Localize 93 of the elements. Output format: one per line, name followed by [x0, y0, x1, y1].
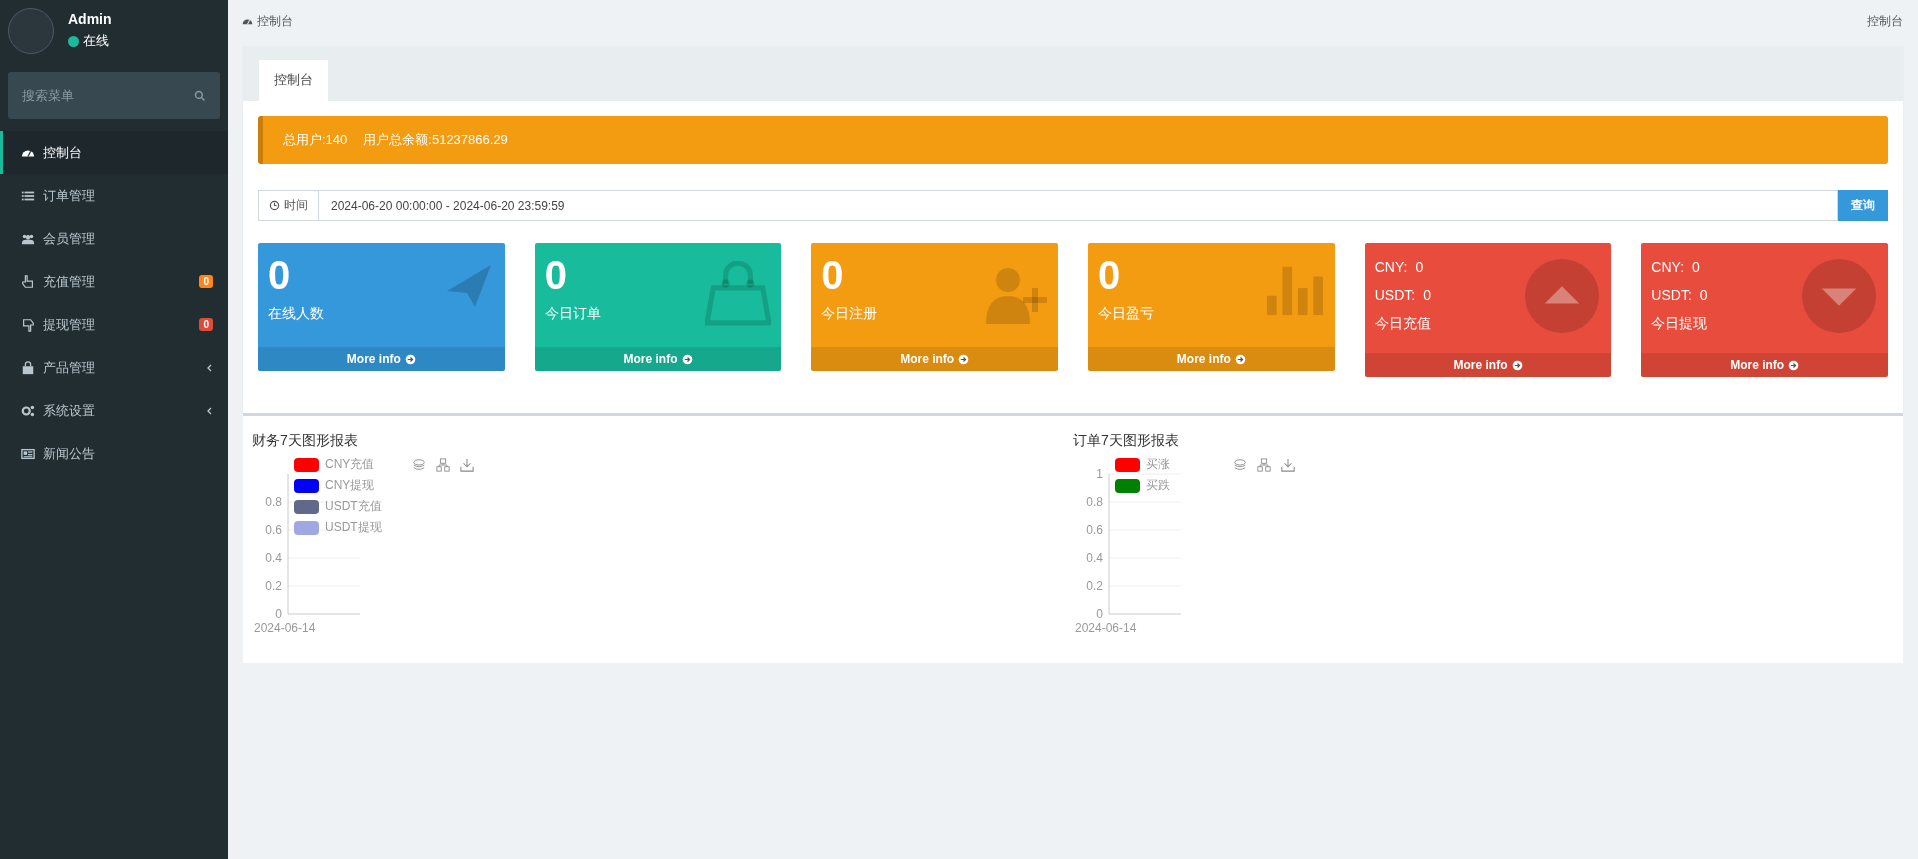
- y-tick-label: 0.4: [1086, 551, 1103, 565]
- currency-label: CNY:: [1374, 259, 1408, 275]
- search-field[interactable]: 搜索菜单: [8, 72, 220, 119]
- stat-value: 0: [268, 253, 291, 297]
- legend-swatch[interactable]: [294, 520, 319, 535]
- stat-value: 0: [1098, 253, 1121, 297]
- y-tick-label: 0.6: [265, 523, 282, 537]
- legend-label[interactable]: USDT充值: [325, 498, 382, 515]
- x-tick-label: 2024-06-14: [254, 621, 316, 635]
- legend-label[interactable]: CNY充值: [325, 456, 375, 473]
- tab[interactable]: 控制台: [259, 60, 328, 101]
- download-icon: [460, 458, 474, 472]
- currency-label: USDT:: [1374, 287, 1416, 303]
- more-info-link[interactable]: More info: [1641, 353, 1889, 377]
- currency-label: CNY:: [1651, 259, 1685, 275]
- sidebar-item[interactable]: 新闻公告: [0, 432, 228, 475]
- data-view-icon: [1257, 458, 1271, 472]
- arrow-circle-icon: [404, 353, 416, 365]
- currency-value: 0: [1423, 287, 1431, 303]
- y-tick-label: 0.8: [265, 495, 282, 509]
- y-tick-label: 0: [275, 607, 282, 621]
- legend-swatch[interactable]: [294, 478, 319, 493]
- arrow-circle-icon: [1511, 359, 1523, 371]
- arrow-circle-icon: [1788, 359, 1800, 371]
- download-icon: [1281, 458, 1295, 472]
- y-tick-label: 0.2: [265, 579, 282, 593]
- y-tick-label: 0.8: [1086, 495, 1103, 509]
- legend-swatch[interactable]: [1115, 478, 1140, 493]
- arrow-circle-icon: [681, 353, 693, 365]
- sidebar-item[interactable]: 订单管理: [0, 174, 228, 217]
- legend-swatch[interactable]: [294, 499, 319, 514]
- legend-label[interactable]: 买涨: [1146, 456, 1170, 473]
- chart-title: 财务7天图形报表: [252, 432, 359, 450]
- y-tick-label: 0: [1096, 607, 1103, 621]
- hand-pointing-icon: [21, 274, 35, 289]
- count-badge: 0: [199, 318, 213, 331]
- stat-label: 今日注册: [821, 305, 878, 323]
- y-tick-label: 0.6: [1086, 523, 1103, 537]
- more-info-link[interactable]: More info: [811, 347, 1058, 371]
- stat-value: 0: [544, 253, 567, 297]
- legend-swatch[interactable]: [1115, 457, 1140, 472]
- stat-label: 今日提现: [1651, 315, 1708, 333]
- sidebar-item[interactable]: 系统设置: [0, 389, 228, 432]
- currency-label: USDT:: [1651, 287, 1692, 303]
- down-arrow-circle-icon: [1802, 259, 1877, 333]
- user-status: 在线: [83, 32, 109, 50]
- sidebar-item[interactable]: 控制台: [0, 131, 228, 174]
- bag-icon: [21, 360, 35, 375]
- total-balance: 用户总余额:51237866.29: [363, 131, 508, 149]
- date-range-field[interactable]: 2024-06-20 00:00:00 - 2024-06-20 23:59:59: [319, 190, 1838, 221]
- x-tick-label: 2024-06-14: [1075, 621, 1137, 635]
- shopping-bag-icon: [705, 261, 772, 327]
- user-name: Admin: [68, 11, 112, 27]
- search-icon: [194, 90, 206, 102]
- legend-label[interactable]: CNY提现: [325, 477, 375, 494]
- y-tick-label: 0.2: [1086, 579, 1103, 593]
- stat-value: 0: [821, 253, 844, 297]
- stat-label: 今日盈亏: [1098, 305, 1154, 323]
- currency-value: 0: [1692, 259, 1700, 275]
- hand-pointing-icon: [21, 317, 35, 332]
- newspaper-icon: [21, 446, 35, 461]
- count-badge: 0: [199, 275, 213, 288]
- chart-title: 订单7天图形报表: [1073, 432, 1180, 450]
- page-title: 控制台: [1867, 12, 1903, 30]
- query-button[interactable]: 查询: [1838, 190, 1888, 221]
- currency-value: 0: [1699, 287, 1708, 303]
- up-arrow-circle-icon: [1525, 259, 1600, 333]
- clock-icon: [269, 200, 280, 211]
- arrow-circle-icon: [1234, 353, 1246, 365]
- y-tick-label: 0.4: [265, 551, 282, 565]
- stat-label: 在线人数: [268, 305, 324, 323]
- total-users: 总用户:140: [283, 131, 348, 149]
- y-tick-label: 1: [1096, 467, 1103, 481]
- legend-label[interactable]: 买跌: [1146, 477, 1170, 494]
- more-info-link[interactable]: More info: [1088, 347, 1335, 371]
- breadcrumb-link[interactable]: 控制台: [257, 12, 293, 30]
- arrow-circle-icon: [958, 353, 970, 365]
- time-label: 时间: [284, 197, 308, 214]
- legend-label[interactable]: USDT提现: [325, 519, 382, 536]
- more-info-link[interactable]: More info: [258, 347, 505, 371]
- sidebar-item[interactable]: 充值管理 0: [0, 260, 228, 303]
- sidebar-item[interactable]: 提现管理 0: [0, 303, 228, 346]
- stat-label: 今日订单: [544, 305, 601, 323]
- avatar: [8, 8, 54, 54]
- more-info-link[interactable]: More info: [534, 347, 782, 371]
- currency-value: 0: [1415, 259, 1424, 275]
- sidebar-item[interactable]: 产品管理: [0, 346, 228, 389]
- stat-label: 今日充值: [1374, 315, 1431, 333]
- status-dot-icon: [68, 35, 79, 47]
- more-info-link[interactable]: More info: [1364, 353, 1612, 377]
- data-view-icon: [436, 458, 450, 472]
- sidebar-item[interactable]: 会员管理: [0, 217, 228, 260]
- legend-swatch[interactable]: [294, 457, 319, 472]
